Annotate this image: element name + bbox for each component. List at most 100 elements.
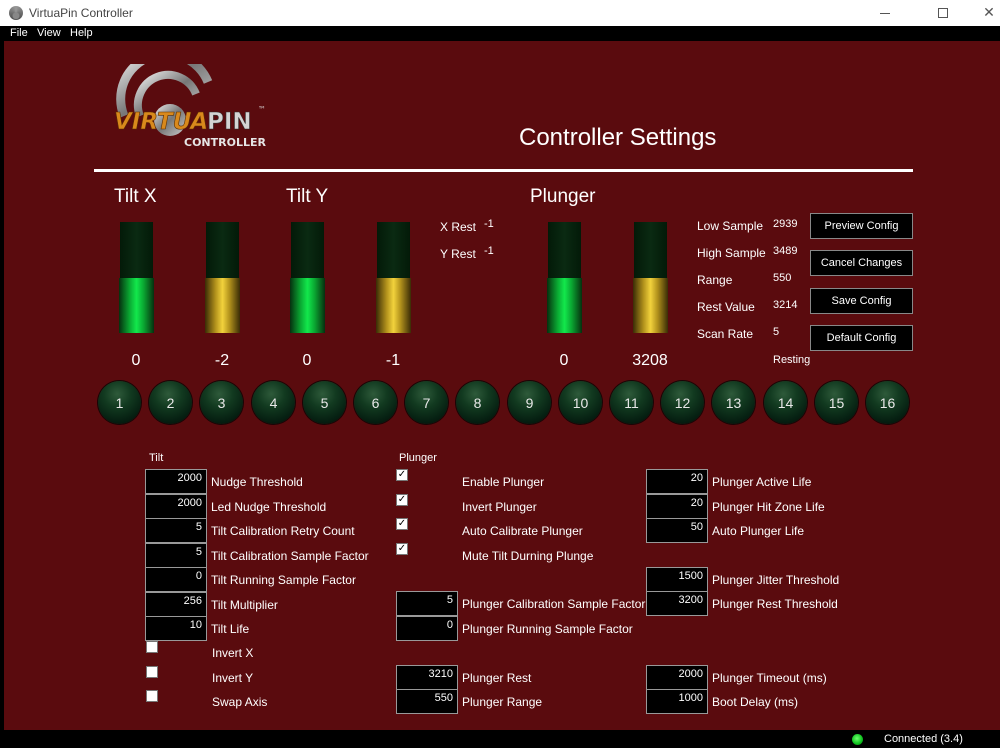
checkbox[interactable] <box>146 665 158 678</box>
number-input[interactable]: 20 <box>646 469 708 494</box>
field-label: Plunger Rest Threshold <box>712 597 838 611</box>
number-input[interactable]: 1500 <box>646 567 708 592</box>
number-input[interactable]: 2000 <box>646 665 708 690</box>
field-label: Plunger Jitter Threshold <box>712 573 840 587</box>
number-input[interactable]: 20 <box>646 494 708 519</box>
field-label: Plunger Active Life <box>712 475 812 489</box>
title-bar: VirtuaPin Controller ✕ <box>0 0 1000 26</box>
number-input[interactable]: 256 <box>145 591 207 617</box>
checkbox-label: Enable Plunger <box>462 475 545 489</box>
menu-file[interactable]: File <box>10 27 28 39</box>
page-title: Controller Settings <box>519 124 717 151</box>
field-label: Plunger Timeout (ms) <box>712 671 827 685</box>
x-rest-value: -1 <box>484 218 494 230</box>
window-edge <box>0 41 4 730</box>
default-config-button[interactable]: Default Config <box>810 325 913 351</box>
number-input[interactable]: 3200 <box>646 591 708 616</box>
logo-word1: VIRTUA <box>114 109 208 135</box>
checkbox-label: Invert Plunger <box>462 499 537 514</box>
close-button[interactable]: ✕ <box>966 0 1000 26</box>
meter-fill <box>633 277 668 333</box>
plunger-value-2: 3208 <box>632 352 668 369</box>
button-indicator: 11 <box>610 381 653 424</box>
tilt-x-value-2: -2 <box>214 352 230 369</box>
number-input[interactable]: 2000 <box>145 469 207 494</box>
button-indicator: 3 <box>200 381 243 424</box>
checkbox[interactable] <box>146 641 158 653</box>
checkbox[interactable]: ✓ <box>396 469 408 481</box>
button-indicator: 9 <box>508 381 551 424</box>
logo-tm: ™ <box>258 105 266 114</box>
number-input[interactable]: 2000 <box>145 493 207 519</box>
save-config-button[interactable]: Save Config <box>810 288 913 314</box>
checkbox[interactable]: ✓ <box>396 493 408 506</box>
button-indicator: 14 <box>764 381 807 424</box>
stat-label: Low Sample <box>697 219 764 233</box>
tilt-y-value-2: -1 <box>385 352 401 369</box>
number-input[interactable]: 550 <box>396 689 458 714</box>
preview-config-button[interactable]: Preview Config <box>810 213 913 239</box>
button-indicator: 5 <box>303 381 346 424</box>
checkbox[interactable]: ✓ <box>396 542 408 555</box>
number-input[interactable]: 50 <box>646 518 708 543</box>
plunger-group-label: Plunger <box>399 452 437 464</box>
button-indicator: 10 <box>559 381 602 424</box>
meter-fill <box>119 277 154 333</box>
plunger-meter-1 <box>547 222 582 333</box>
minimize-icon <box>880 12 890 14</box>
field-label: Plunger Running Sample Factor <box>462 622 633 636</box>
checkbox[interactable]: ✓ <box>396 518 408 530</box>
logo-rings-icon: VIRTUA PIN ™ CONTROLLER <box>114 49 266 149</box>
meter-fill <box>547 277 582 333</box>
number-input[interactable]: 1000 <box>646 689 708 714</box>
tilt-x-meter-2 <box>205 222 240 333</box>
maximize-icon <box>938 8 948 18</box>
field-label: Tilt Running Sample Factor <box>211 573 356 587</box>
maximize-button[interactable] <box>920 0 966 26</box>
tilt-y-value-1: 0 <box>302 352 312 369</box>
stat-value: 5 <box>773 326 780 338</box>
field-label: Tilt Life <box>211 622 250 636</box>
plunger-state: Resting <box>773 354 811 366</box>
cancel-changes-button[interactable]: Cancel Changes <box>810 250 913 276</box>
close-icon: ✕ <box>983 5 995 21</box>
button-indicator: 7 <box>405 381 448 424</box>
checkbox-label: Swap Axis <box>212 695 268 709</box>
button-indicator: 2 <box>149 381 192 424</box>
status-bar: Connected (3.4) <box>0 730 1000 748</box>
number-input[interactable]: 0 <box>396 616 458 641</box>
number-input[interactable]: 10 <box>145 616 207 641</box>
menu-view[interactable]: View <box>37 27 61 39</box>
stat-value: 2939 <box>773 218 798 230</box>
meter-fill <box>290 277 325 333</box>
plunger-meter-title: Plunger <box>530 186 596 207</box>
checkbox[interactable] <box>146 690 158 702</box>
tilt-group-label: Tilt <box>149 452 164 464</box>
connection-led-icon <box>852 734 863 745</box>
menu-help[interactable]: Help <box>70 27 93 39</box>
header-divider <box>94 169 913 172</box>
tilt-x-meter-1 <box>119 222 154 333</box>
stat-value: 550 <box>773 272 792 284</box>
tilt-y-meter-2 <box>376 222 411 333</box>
number-input[interactable]: 3210 <box>396 665 458 690</box>
number-input[interactable]: 5 <box>145 518 207 543</box>
x-rest-label: X Rest <box>440 220 477 234</box>
number-input[interactable]: 5 <box>396 591 458 616</box>
logo-word2: PIN <box>207 109 252 135</box>
plunger-meter-2 <box>633 222 668 333</box>
field-label: Boot Delay (ms) <box>712 695 799 709</box>
meter-fill <box>205 277 240 333</box>
minimize-button[interactable] <box>862 0 908 26</box>
button-indicator: 6 <box>354 381 397 424</box>
field-label: Plunger Range <box>462 695 543 709</box>
number-input[interactable]: 5 <box>145 542 207 568</box>
field-label: Auto Plunger Life <box>712 524 805 538</box>
field-label: Tilt Calibration Retry Count <box>211 524 355 538</box>
button-indicator: 15 <box>815 381 858 424</box>
stat-label: Scan Rate <box>697 327 754 341</box>
field-label: Led Nudge Threshold <box>211 499 327 514</box>
checkbox-label: Auto Calibrate Plunger <box>462 524 583 538</box>
number-input[interactable]: 0 <box>145 567 207 592</box>
button-indicator: 16 <box>866 381 909 424</box>
